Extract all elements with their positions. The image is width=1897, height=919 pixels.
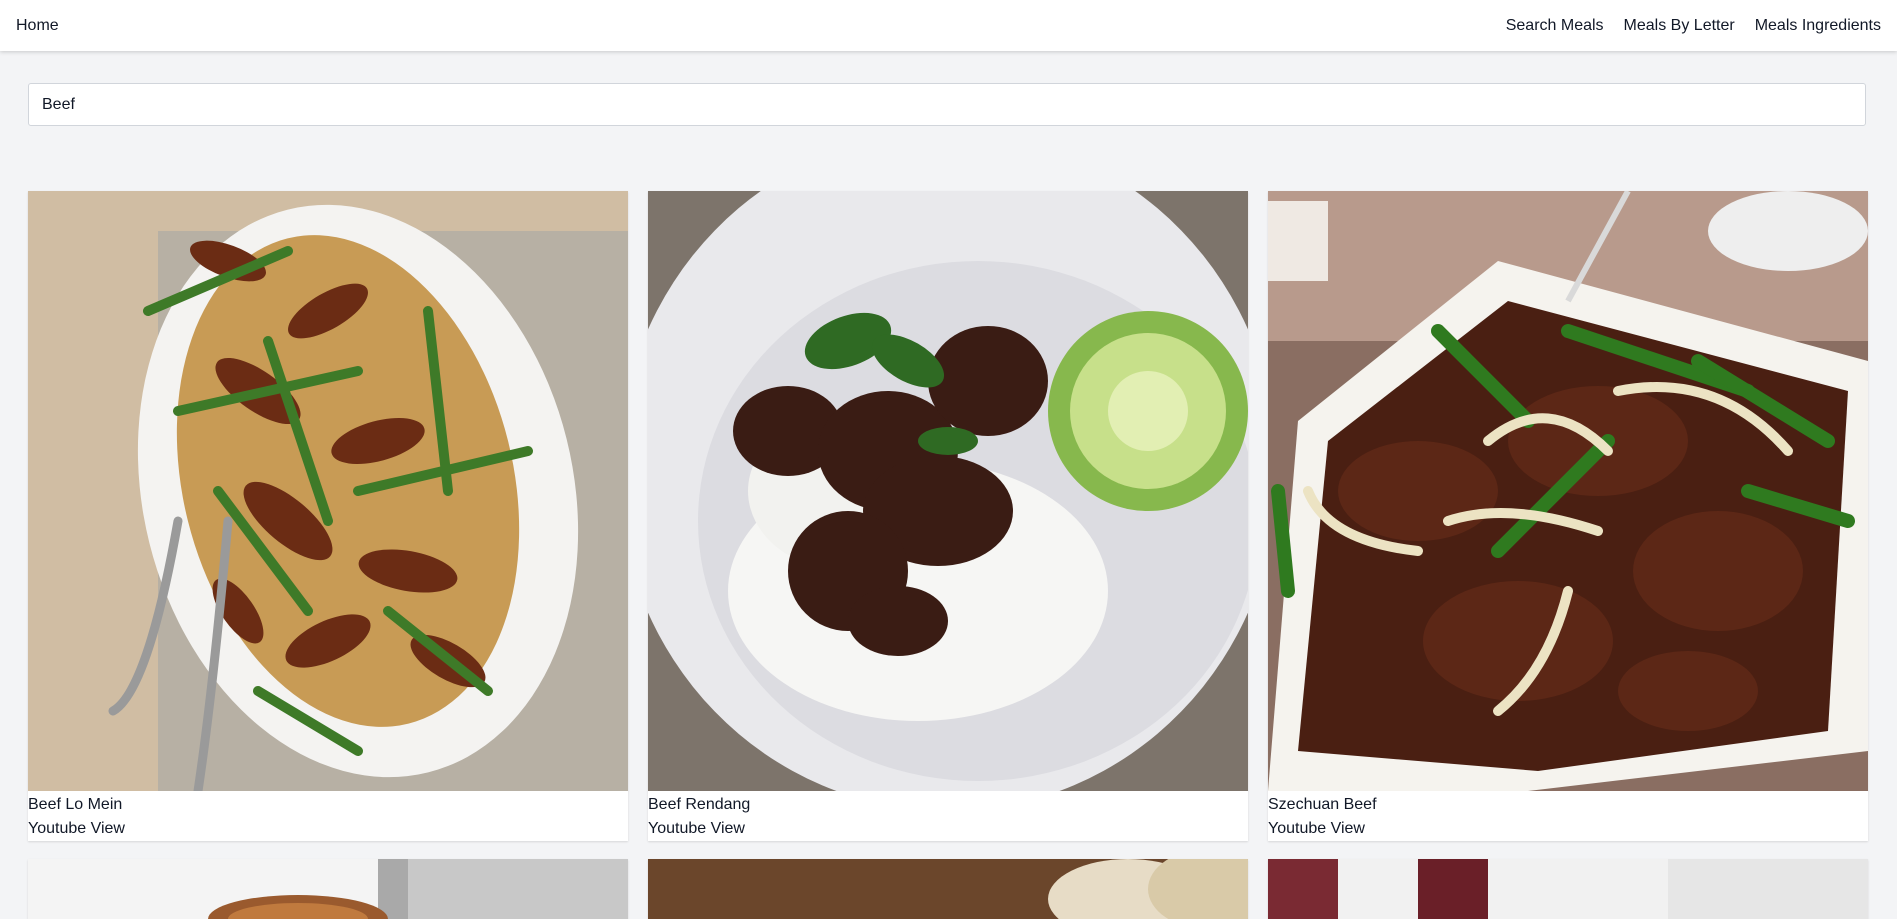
- meal-title: Beef Lo Mein: [28, 796, 123, 813]
- meal-card: [1268, 859, 1868, 919]
- nav-search-meals-link[interactable]: Search Meals: [1506, 17, 1604, 35]
- meal-info: Szechuan Beef Youtube View: [1268, 791, 1868, 841]
- search-input[interactable]: [29, 84, 1865, 125]
- meal-image[interactable]: [648, 191, 1248, 791]
- meal-card: [648, 859, 1248, 919]
- meal-image[interactable]: [648, 859, 1248, 919]
- nav-home-link[interactable]: Home: [16, 17, 59, 35]
- youtube-view-link[interactable]: Youtube View: [28, 817, 628, 841]
- nav-meals-by-letter-link[interactable]: Meals By Letter: [1624, 17, 1735, 35]
- youtube-view-link[interactable]: Youtube View: [1268, 817, 1868, 841]
- meal-card: Szechuan Beef Youtube View: [1268, 191, 1868, 841]
- meal-image[interactable]: [28, 191, 628, 791]
- meal-info: Beef Rendang Youtube View: [648, 791, 1248, 841]
- search-field: [28, 83, 1866, 126]
- meal-info: Beef Lo Mein Youtube View: [28, 791, 628, 841]
- meal-card: [28, 859, 628, 919]
- nav-meals-ingredients-link[interactable]: Meals Ingredients: [1755, 17, 1881, 35]
- meal-card: Beef Lo Mein Youtube View: [28, 191, 628, 841]
- meal-image[interactable]: [1268, 191, 1868, 791]
- meal-title: Szechuan Beef: [1268, 796, 1377, 813]
- meal-image[interactable]: [28, 859, 628, 919]
- youtube-view-link[interactable]: Youtube View: [648, 817, 1248, 841]
- meal-card: Beef Rendang Youtube View: [648, 191, 1248, 841]
- meal-title: Beef Rendang: [648, 796, 751, 813]
- meal-image[interactable]: [1268, 859, 1868, 919]
- nav-links: Search Meals Meals By Letter Meals Ingre…: [1506, 17, 1881, 35]
- top-navbar: Home Search Meals Meals By Letter Meals …: [0, 0, 1897, 51]
